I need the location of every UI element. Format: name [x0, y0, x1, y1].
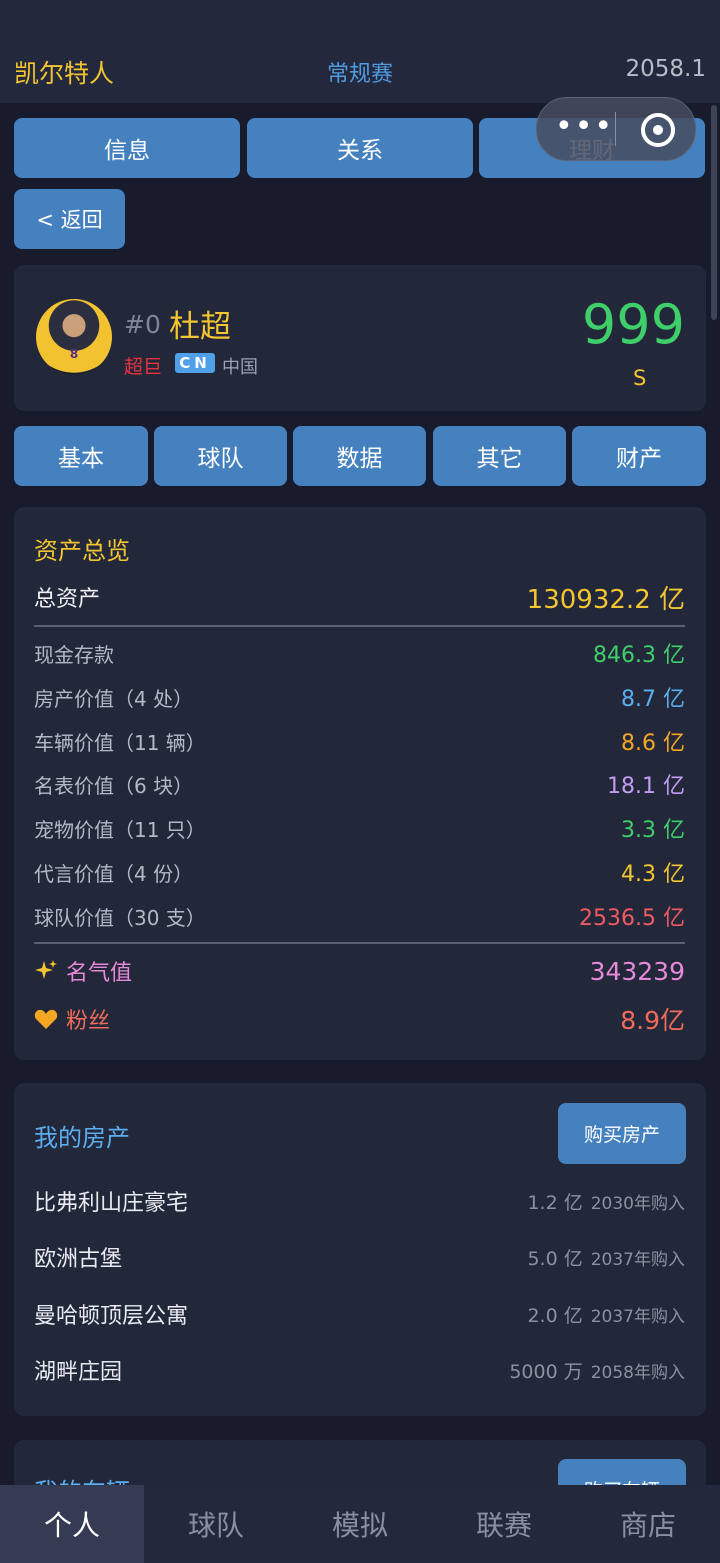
my-houses-card: 我的房产 购买房产 比弗利山庄豪宅 1.2 亿 2030年购入 欧洲古堡 5.0 … — [14, 1083, 706, 1416]
asset-label: 房产价值（4 处） — [34, 686, 194, 711]
season-label: 常规赛 — [326, 62, 393, 87]
asset-value: 846.3 亿 — [593, 643, 685, 668]
sparkles-icon — [35, 960, 57, 979]
avatar-jersey-number: 8 — [69, 347, 79, 361]
avatar: 8 — [36, 299, 112, 375]
fans-label-group: 粉丝 — [34, 1003, 110, 1035]
mini-program-capsule: ••• — [536, 97, 696, 161]
assets-overview-card: 资产总览 总资产 130932.2 亿 现金存款 846.3 亿 房产价值（4 … — [14, 507, 706, 1060]
house-value: 2.0 亿 — [527, 1304, 583, 1327]
assets-overview-title: 资产总览 — [34, 537, 130, 565]
asset-value: 4.3 亿 — [621, 862, 685, 887]
asset-value: 2536.5 亿 — [579, 906, 685, 931]
fans-label: 粉丝 — [66, 1009, 111, 1034]
house-value: 5000 万 — [509, 1360, 583, 1383]
asset-row-cash: 现金存款 846.3 亿 — [34, 637, 685, 669]
fans-value: 8.9亿 — [620, 1006, 685, 1035]
house-purchase-year: 2030年购入 — [590, 1193, 685, 1214]
house-name: 曼哈顿顶层公寓 — [34, 1304, 189, 1329]
buy-house-button[interactable]: 购买房产 — [558, 1103, 686, 1164]
house-value-group: 1.2 亿 2030年购入 — [527, 1188, 685, 1215]
asset-row-teams: 球队价值（30 支） 2536.5 亿 — [34, 900, 685, 932]
fame-label-group: 名气值 — [34, 955, 132, 987]
house-name: 湖畔庄园 — [34, 1360, 123, 1385]
fans-row: 粉丝 8.9亿 — [34, 1001, 685, 1037]
subtab-team[interactable]: 球队 — [154, 426, 287, 486]
game-date: 2058.1 — [625, 56, 706, 82]
back-button[interactable]: < 返回 — [14, 189, 125, 249]
player-grade: S — [633, 366, 647, 390]
asset-row-watches: 名表价值（6 块） 18.1 亿 — [34, 768, 685, 800]
nav-simulate[interactable]: 模拟 — [288, 1485, 432, 1563]
house-value-group: 5.0 亿 2037年购入 — [527, 1244, 685, 1271]
asset-row-vehicles: 车辆价值（11 辆） 8.6 亿 — [34, 725, 685, 757]
fame-row: 名气值 343239 — [34, 953, 685, 989]
asset-row-houses: 房产价值（4 处） 8.7 亿 — [34, 681, 685, 713]
asset-label: 宠物价值（11 只） — [34, 817, 206, 842]
bottom-nav: 个人 球队 模拟 联赛 商店 — [0, 1485, 720, 1563]
asset-row-pets: 宠物价值（11 只） 3.3 亿 — [34, 812, 685, 844]
house-value-group: 5000 万 2058年购入 — [509, 1357, 685, 1384]
country-flag-badge: CN — [175, 353, 215, 373]
player-name: 杜超 — [169, 309, 231, 345]
asset-label: 代言价值（4 份） — [34, 861, 194, 886]
list-item[interactable]: 比弗利山庄豪宅 1.2 亿 2030年购入 — [34, 1183, 685, 1219]
subtab-stats[interactable]: 数据 — [293, 426, 426, 486]
more-menu-icon[interactable]: ••• — [555, 112, 614, 142]
heart-icon — [34, 1009, 58, 1029]
player-number: #0 — [124, 310, 161, 339]
subtab-other[interactable]: 其它 — [433, 426, 566, 486]
nav-league[interactable]: 联赛 — [432, 1485, 576, 1563]
player-rating: 999 — [581, 293, 685, 356]
nav-personal[interactable]: 个人 — [0, 1485, 144, 1563]
total-assets-value: 130932.2 亿 — [526, 584, 685, 615]
subtab-property[interactable]: 财产 — [572, 426, 706, 486]
subtab-basic[interactable]: 基本 — [14, 426, 148, 486]
asset-value: 18.1 亿 — [607, 774, 685, 799]
player-card: 8 #0 杜超 超巨 CN 中国 999 S — [14, 265, 706, 411]
capsule-divider — [615, 112, 616, 146]
divider — [34, 942, 685, 944]
asset-value: 8.6 亿 — [621, 731, 685, 756]
house-purchase-year: 2058年购入 — [590, 1362, 685, 1383]
house-purchase-year: 2037年购入 — [590, 1249, 685, 1270]
asset-label: 名表价值（6 块） — [34, 773, 194, 798]
my-houses-title: 我的房产 — [34, 1124, 130, 1152]
fame-label: 名气值 — [66, 961, 133, 986]
asset-label: 现金存款 — [34, 642, 114, 667]
asset-label: 球队价值（30 支） — [34, 905, 206, 930]
tab-relations[interactable]: 关系 — [247, 118, 473, 178]
list-item[interactable]: 湖畔庄园 5000 万 2058年购入 — [34, 1352, 685, 1388]
asset-row-endorsements: 代言价值（4 份） 4.3 亿 — [34, 856, 685, 888]
house-value: 5.0 亿 — [527, 1247, 583, 1270]
nav-team[interactable]: 球队 — [144, 1485, 288, 1563]
total-assets-row: 总资产 130932.2 亿 — [34, 579, 685, 615]
asset-label: 车辆价值（11 辆） — [34, 730, 206, 755]
close-target-icon[interactable] — [641, 113, 675, 147]
player-country: 中国 — [222, 357, 258, 378]
fame-value: 343239 — [589, 956, 685, 986]
list-item[interactable]: 欧洲古堡 5.0 亿 2037年购入 — [34, 1239, 685, 1275]
asset-value: 3.3 亿 — [621, 818, 685, 843]
house-name: 欧洲古堡 — [34, 1247, 123, 1272]
house-name: 比弗利山庄豪宅 — [34, 1191, 189, 1216]
list-item[interactable]: 曼哈顿顶层公寓 2.0 亿 2037年购入 — [34, 1296, 685, 1332]
tab-info[interactable]: 信息 — [14, 118, 240, 178]
house-value-group: 2.0 亿 2037年购入 — [527, 1301, 685, 1328]
scrollbar[interactable] — [711, 105, 717, 320]
house-value: 1.2 亿 — [527, 1191, 583, 1214]
top-bar: 凯尔特人 常规赛 2058.1 — [0, 0, 720, 103]
divider — [34, 625, 685, 627]
total-assets-label: 总资产 — [34, 587, 101, 612]
nav-shop[interactable]: 商店 — [576, 1485, 720, 1563]
house-purchase-year: 2037年购入 — [590, 1306, 685, 1327]
player-tier: 超巨 — [124, 356, 163, 378]
asset-value: 8.7 亿 — [621, 687, 685, 712]
